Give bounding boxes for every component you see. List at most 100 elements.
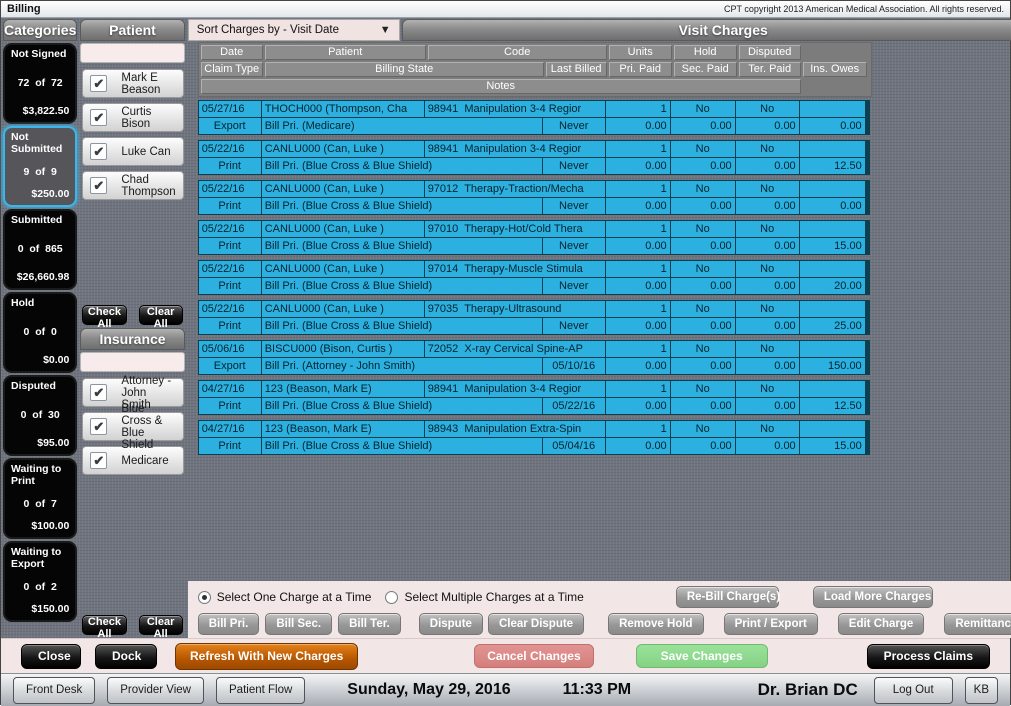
col-disputed: Disputed — [739, 45, 801, 60]
patient-list-item[interactable]: ✔ Mark E Beason — [82, 69, 183, 98]
charge-disputed: No — [736, 421, 799, 437]
charge-pri-paid: 0.00 — [606, 238, 670, 254]
charge-ins-owes: 150.00 — [800, 358, 865, 374]
charge-row[interactable]: 04/27/16 123 (Beason, Mark E) 98943 Mani… — [198, 420, 870, 455]
close-button[interactable]: Close — [21, 644, 81, 669]
charge-last-billed: Never — [543, 158, 605, 174]
charge-ter-paid: 0.00 — [736, 358, 799, 374]
charge-last-billed: Never — [543, 118, 605, 134]
checked-checkbox[interactable]: ✔ — [90, 143, 107, 160]
charge-sec-paid: 0.00 — [671, 398, 735, 414]
charge-disputed: No — [736, 141, 799, 157]
list-item-label: Chad Thompson — [121, 174, 175, 198]
save-changes-button[interactable]: Save Changes — [636, 644, 768, 668]
charge-ter-paid: 0.00 — [736, 438, 799, 454]
front-desk-button[interactable]: Front Desk — [13, 677, 95, 704]
select-multiple-radio[interactable] — [385, 591, 398, 604]
rebill-charges-button[interactable]: Re-Bill Charge(s) — [676, 586, 779, 608]
clear-dispute-button[interactable]: Clear Dispute — [488, 613, 584, 635]
charge-units: 1 — [606, 141, 670, 157]
charge-hold: No — [671, 341, 735, 357]
category-card[interactable]: Not Signed 72 of 72 $3,822.50 — [3, 43, 77, 124]
category-card[interactable]: Not Submitted 9 of 9 $250.00 — [3, 126, 77, 207]
charge-blank — [800, 221, 865, 237]
checked-checkbox[interactable]: ✔ — [90, 75, 107, 92]
charge-ins-owes: 12.50 — [800, 398, 865, 414]
select-multiple-label: Select Multiple Charges at a Time — [404, 590, 583, 604]
carrier-search-input[interactable] — [80, 352, 184, 372]
checked-checkbox[interactable]: ✔ — [90, 452, 107, 469]
charge-row[interactable]: 05/06/16 BISCU000 (Bison, Curtis ) 72052… — [198, 340, 870, 375]
carrier-list-item[interactable]: ✔ Blue Cross & Blue Shield — [82, 412, 183, 441]
patient-list-item[interactable]: ✔ Curtis Bison — [82, 103, 183, 132]
charge-row[interactable]: 05/27/16 THOCH000 (Thompson, Cha 98941 M… — [198, 100, 870, 135]
insurance-carriers-header: Insurance Carriers — [80, 328, 184, 350]
patient-list-item[interactable]: ✔ Luke Can — [82, 137, 183, 166]
checked-checkbox[interactable]: ✔ — [90, 384, 107, 401]
dispute-button[interactable]: Dispute — [419, 613, 483, 635]
charge-pri-paid: 0.00 — [606, 398, 670, 414]
patient-search-input[interactable] — [80, 43, 184, 63]
charge-billing-state: Bill Pri. (Blue Cross & Blue Shield) — [262, 398, 542, 414]
checked-checkbox[interactable]: ✔ — [90, 109, 107, 126]
provider-view-button[interactable]: Provider View — [107, 677, 204, 704]
charge-claim-type: Print — [199, 238, 261, 254]
kb-button[interactable]: KB — [965, 677, 998, 704]
bill-pri-button[interactable]: Bill Pri. — [198, 613, 260, 635]
charge-billing-state: Bill Pri. (Attorney - John Smith) — [262, 358, 542, 374]
charge-last-billed: 05/10/16 — [543, 358, 605, 374]
charge-row[interactable]: 05/22/16 CANLU000 (Can, Luke ) 97010 The… — [198, 220, 870, 255]
category-card[interactable]: Submitted 0 of 865 $26,660.98 — [3, 209, 77, 290]
dock-button[interactable]: Dock — [95, 644, 157, 669]
charge-row[interactable]: 05/22/16 CANLU000 (Can, Luke ) 97012 The… — [198, 180, 870, 215]
charge-row[interactable]: 05/22/16 CANLU000 (Can, Luke ) 97035 The… — [198, 300, 870, 335]
carrier-list: ✔ Attorney - John Smith ✔ Blue Cross & B… — [80, 374, 184, 613]
checked-checkbox[interactable]: ✔ — [90, 418, 107, 435]
category-list: Not Signed 72 of 72 $3,822.50 Not Submit… — [3, 41, 77, 622]
cancel-changes-button[interactable]: Cancel Changes — [474, 644, 593, 668]
carrier-check-all-button[interactable]: Check All — [82, 615, 126, 635]
charge-patient: CANLU000 (Can, Luke ) — [262, 141, 424, 157]
category-card[interactable]: Waiting to Export 0 of 2 $150.00 — [3, 541, 77, 622]
charge-claim-type: Export — [199, 118, 261, 134]
remittances-button[interactable]: Remittances — [944, 613, 1011, 635]
category-name: Not Submitted — [11, 131, 69, 155]
patient-list-item[interactable]: ✔ Chad Thompson — [82, 171, 183, 200]
category-name: Waiting to Print — [11, 463, 69, 487]
patient-clear-all-button[interactable]: Clear All — [139, 305, 183, 325]
charge-billing-state: Bill Pri. (Blue Cross & Blue Shield) — [262, 238, 542, 254]
charge-last-billed: Never — [543, 318, 605, 334]
edit-charge-button[interactable]: Edit Charge — [838, 613, 925, 635]
charge-date: 05/27/16 — [199, 101, 261, 117]
category-card[interactable]: Waiting to Print 0 of 7 $100.00 — [3, 458, 77, 539]
patient-flow-button[interactable]: Patient Flow — [216, 677, 305, 704]
category-card[interactable]: Hold 0 of 0 $0.00 — [3, 292, 77, 373]
checked-checkbox[interactable]: ✔ — [90, 177, 107, 194]
log-out-button[interactable]: Log Out — [874, 677, 953, 704]
carrier-clear-all-button[interactable]: Clear All — [139, 615, 183, 635]
charge-code: 72052 X-ray Cervical Spine-AP — [425, 341, 605, 357]
bill-sec-button[interactable]: Bill Sec. — [265, 613, 332, 635]
sort-charges-dropdown[interactable]: Sort Charges by - Visit Date ▼ — [188, 19, 400, 41]
charge-last-billed: Never — [543, 238, 605, 254]
charge-blank — [800, 301, 865, 317]
charge-patient: BISCU000 (Bison, Curtis ) — [262, 341, 424, 357]
col-last-billed: Last Billed — [546, 62, 607, 77]
charge-ter-paid: 0.00 — [736, 278, 799, 294]
process-claims-button[interactable]: Process Claims — [867, 644, 990, 669]
charge-units: 1 — [606, 341, 670, 357]
remove-hold-button[interactable]: Remove Hold — [608, 613, 704, 635]
charge-row[interactable]: 05/22/16 CANLU000 (Can, Luke ) 97014 The… — [198, 260, 870, 295]
print-export-button[interactable]: Print / Export — [724, 613, 818, 635]
charge-row[interactable]: 04/27/16 123 (Beason, Mark E) 98941 Mani… — [198, 380, 870, 415]
load-more-charges-button[interactable]: Load More Charges — [813, 586, 933, 608]
category-card[interactable]: Disputed 0 of 30 $95.00 — [3, 375, 77, 456]
bill-ter-button[interactable]: Bill Ter. — [338, 613, 401, 635]
select-one-radio[interactable] — [198, 591, 211, 604]
category-count: 9 of 9 — [11, 166, 69, 178]
refresh-with-new-charges-button[interactable]: Refresh With New Charges — [175, 643, 358, 670]
charge-pri-paid: 0.00 — [606, 278, 670, 294]
charge-row[interactable]: 05/22/16 CANLU000 (Can, Luke ) 98941 Man… — [198, 140, 870, 175]
patient-check-all-button[interactable]: Check All — [82, 305, 126, 325]
charge-date: 05/22/16 — [199, 221, 261, 237]
